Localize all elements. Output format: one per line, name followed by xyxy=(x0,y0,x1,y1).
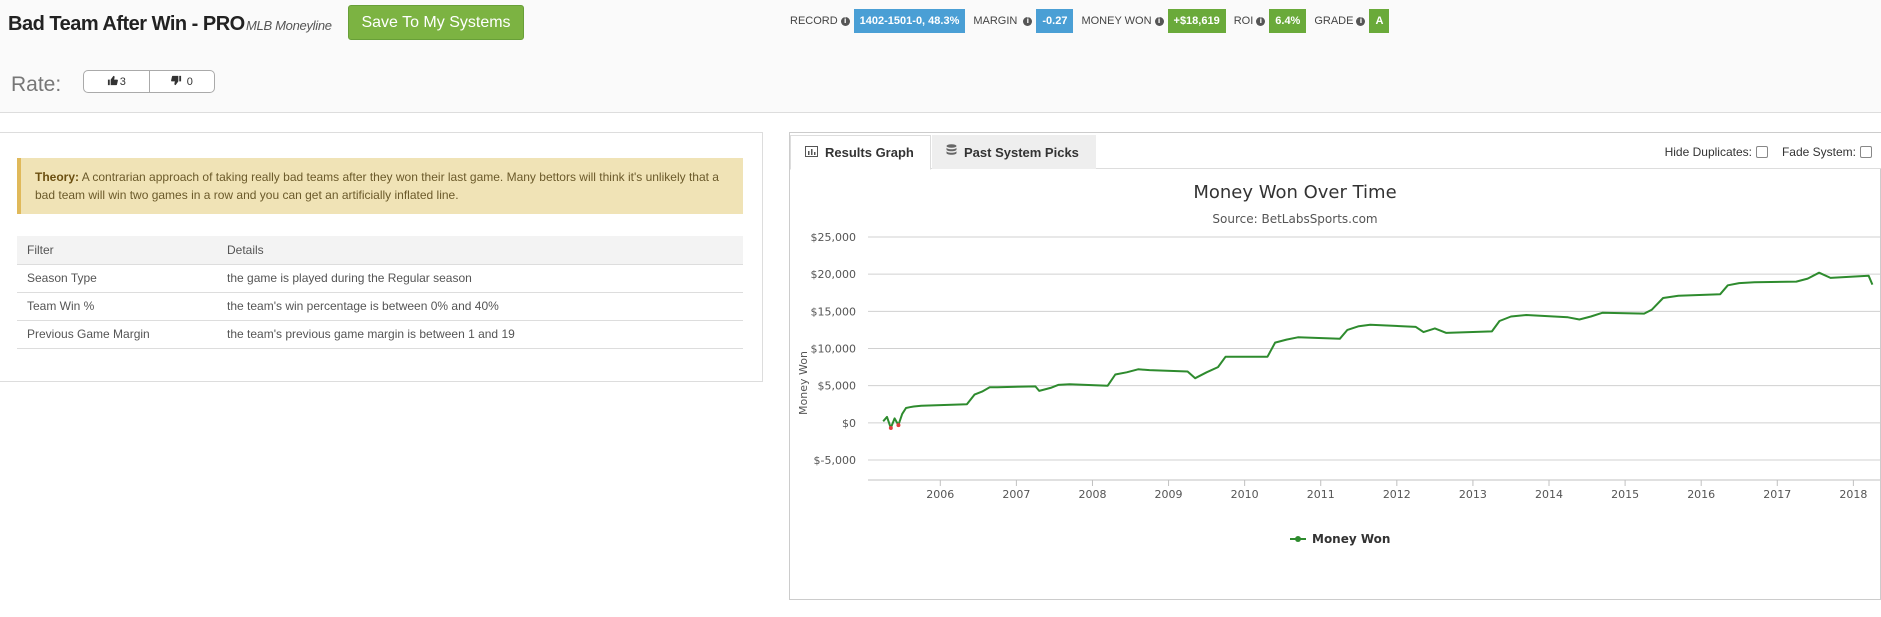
stat-badge-roi: 6.4% xyxy=(1269,9,1307,33)
y-tick-label: $5,000 xyxy=(818,380,857,393)
fade-system-option: Fade System: xyxy=(1782,145,1872,159)
table-row: Previous Game Margin the team's previous… xyxy=(17,320,743,349)
system-subtitle: MLB Moneyline xyxy=(246,18,332,33)
legend-marker xyxy=(1295,536,1301,542)
x-tick-label: 2012 xyxy=(1383,488,1411,501)
hide-duplicates-checkbox[interactable] xyxy=(1755,146,1768,158)
legend-label: Money Won xyxy=(1312,532,1390,546)
x-tick-label: 2018 xyxy=(1839,488,1867,501)
info-icon[interactable]: i xyxy=(1256,16,1266,26)
data-point-negative xyxy=(896,423,901,428)
stat-label-margin: MARGIN i xyxy=(973,15,1033,27)
y-tick-label: $15,000 xyxy=(811,305,857,318)
table-header-row: Filter Details xyxy=(17,236,743,265)
filter-detail: the team's previous game margin is betwe… xyxy=(217,320,743,349)
stat-label-roi: ROI i xyxy=(1234,15,1266,27)
x-tick-label: 2013 xyxy=(1459,488,1487,501)
stat-badge-margin: -0.27 xyxy=(1036,9,1074,33)
x-tick-label: 2016 xyxy=(1687,488,1715,501)
x-tick-label: 2014 xyxy=(1535,488,1563,501)
info-icon[interactable]: i xyxy=(1356,16,1366,26)
fade-system-label: Fade System: xyxy=(1781,145,1856,159)
chart-subtitle: Source: BetLabsSports.com xyxy=(1212,212,1377,226)
y-tick-label: $-5,000 xyxy=(814,454,856,467)
x-tick-label: 2007 xyxy=(1002,488,1030,501)
data-point-negative xyxy=(888,426,893,431)
info-icon[interactable]: i xyxy=(840,16,850,26)
rate-label: Rate: xyxy=(11,73,62,96)
series-line-money-won[interactable] xyxy=(882,271,1874,429)
y-axis-label: Money Won xyxy=(797,351,810,415)
header-bar: Bad Team After Win - PRO MLB Moneyline S… xyxy=(0,0,1881,113)
theory-label: Theory: xyxy=(35,170,80,184)
x-tick-label: 2015 xyxy=(1611,488,1639,501)
stat-label-money-won: MONEY WON i xyxy=(1081,15,1164,27)
tab-past-system-picks[interactable]: Past System Picks xyxy=(932,135,1096,169)
filter-name: Previous Game Margin xyxy=(17,320,217,349)
filters-table: Filter Details Season Type the game is p… xyxy=(17,236,743,349)
filter-detail: the game is played during the Regular se… xyxy=(217,264,743,293)
fade-system-checkbox[interactable] xyxy=(1860,146,1872,158)
stat-badge-record: 1402-1501-0, 48.3% xyxy=(853,9,966,33)
info-icon[interactable]: i xyxy=(1023,16,1033,26)
x-tick-label: 2008 xyxy=(1078,488,1106,501)
thumbs-down-count: 0 xyxy=(186,75,193,88)
bar-chart-icon xyxy=(805,145,818,160)
y-tick-label: $20,000 xyxy=(811,268,857,281)
thumbs-up-button[interactable]: 3 xyxy=(84,71,149,92)
x-tick-label: 2009 xyxy=(1155,488,1183,501)
filter-name: Team Win % xyxy=(17,292,217,321)
table-header-filter: Filter xyxy=(17,236,217,265)
table-row: Team Win % the team's win percentage is … xyxy=(17,292,743,321)
system-title: Bad Team After Win - PRO xyxy=(8,13,245,35)
table-row: Season Type the game is played during th… xyxy=(17,264,743,293)
results-panel: Results Graph Past System Picks Hide Dup… xyxy=(789,132,1881,600)
x-tick-label: 2006 xyxy=(926,488,954,501)
x-tick-label: 2011 xyxy=(1307,488,1335,501)
stat-label-grade: GRADE i xyxy=(1314,15,1366,27)
database-icon xyxy=(946,144,957,160)
y-tick-label: $0 xyxy=(842,417,856,430)
save-to-systems-button[interactable]: Save To My Systems xyxy=(348,5,524,40)
hide-duplicates-option: Hide Duplicates: xyxy=(1665,145,1768,159)
info-icon[interactable]: i xyxy=(1154,16,1164,26)
stat-label-record: RECORD i xyxy=(790,15,850,27)
money-won-chart: Money Won Over Time Source: BetLabsSport… xyxy=(797,182,1880,546)
thumbs-down-button[interactable]: 0 xyxy=(148,71,215,92)
thumbs-down-icon xyxy=(170,75,182,89)
filter-name: Season Type xyxy=(17,264,217,293)
table-header-details: Details xyxy=(217,236,743,265)
y-tick-label: $25,000 xyxy=(811,231,857,244)
system-details-panel: Theory: A contrarian approach of taking … xyxy=(0,132,763,382)
stats-bar: RECORD i 1402-1501-0, 48.3% MARGIN i -0.27… xyxy=(790,9,1397,33)
y-tick-label: $10,000 xyxy=(811,343,857,356)
thumbs-up-icon xyxy=(107,75,118,89)
tab-label: Results Graph xyxy=(825,145,914,160)
x-tick-label: 2017 xyxy=(1763,488,1791,501)
chart-options: Hide Duplicates: Fade System: xyxy=(1651,145,1872,159)
stat-badge-money-won: +$18,619 xyxy=(1167,9,1226,33)
x-tick-label: 2010 xyxy=(1231,488,1259,501)
tab-label: Past System Picks xyxy=(964,144,1079,160)
theory-text: A contrarian approach of taking really b… xyxy=(35,170,719,202)
hide-duplicates-label: Hide Duplicates: xyxy=(1664,145,1752,159)
theory-box: Theory: A contrarian approach of taking … xyxy=(17,158,743,214)
chart-legend[interactable]: Money Won xyxy=(1290,532,1390,546)
chart-title: Money Won Over Time xyxy=(1193,182,1396,203)
filter-detail: the team's win percentage is between 0% … xyxy=(217,292,743,321)
tab-results-graph[interactable]: Results Graph xyxy=(790,135,931,170)
tabs-bar: Results Graph Past System Picks Hide Dup… xyxy=(790,133,1881,170)
thumbs-up-count: 3 xyxy=(119,75,126,88)
stat-badge-grade: A xyxy=(1369,9,1390,33)
rate-control: 3 0 xyxy=(83,70,215,93)
